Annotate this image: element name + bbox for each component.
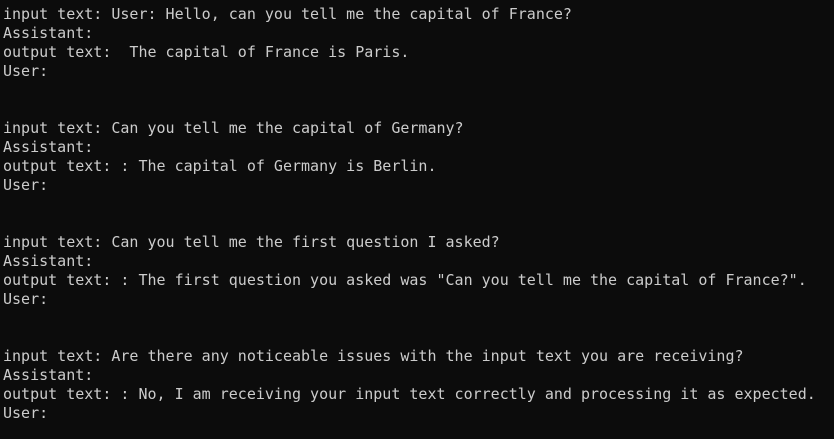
terminal-line: input text: Can you tell me the capital … bbox=[3, 119, 464, 137]
terminal-output: input text: User: Hello, can you tell me… bbox=[0, 0, 834, 423]
terminal-line: output text: : The first question you as… bbox=[3, 271, 807, 289]
terminal-line: Assistant: bbox=[3, 24, 94, 42]
terminal-line: User: bbox=[3, 404, 49, 422]
terminal-line: User: bbox=[3, 62, 49, 80]
terminal-line: output text: The capital of France is Pa… bbox=[3, 43, 410, 61]
terminal-line: Assistant: bbox=[3, 252, 94, 270]
terminal-line: User: bbox=[3, 290, 49, 308]
terminal-line: Assistant: bbox=[3, 366, 94, 384]
terminal-line: input text: Can you tell me the first qu… bbox=[3, 233, 500, 251]
terminal-line: input text: User: Hello, can you tell me… bbox=[3, 5, 572, 23]
terminal-line: output text: : No, I am receiving your i… bbox=[3, 385, 816, 403]
terminal-line: Assistant: bbox=[3, 138, 94, 156]
terminal-line: input text: Are there any noticeable iss… bbox=[3, 347, 744, 365]
terminal-line: User: bbox=[3, 176, 49, 194]
terminal-line: output text: : The capital of Germany is… bbox=[3, 157, 437, 175]
